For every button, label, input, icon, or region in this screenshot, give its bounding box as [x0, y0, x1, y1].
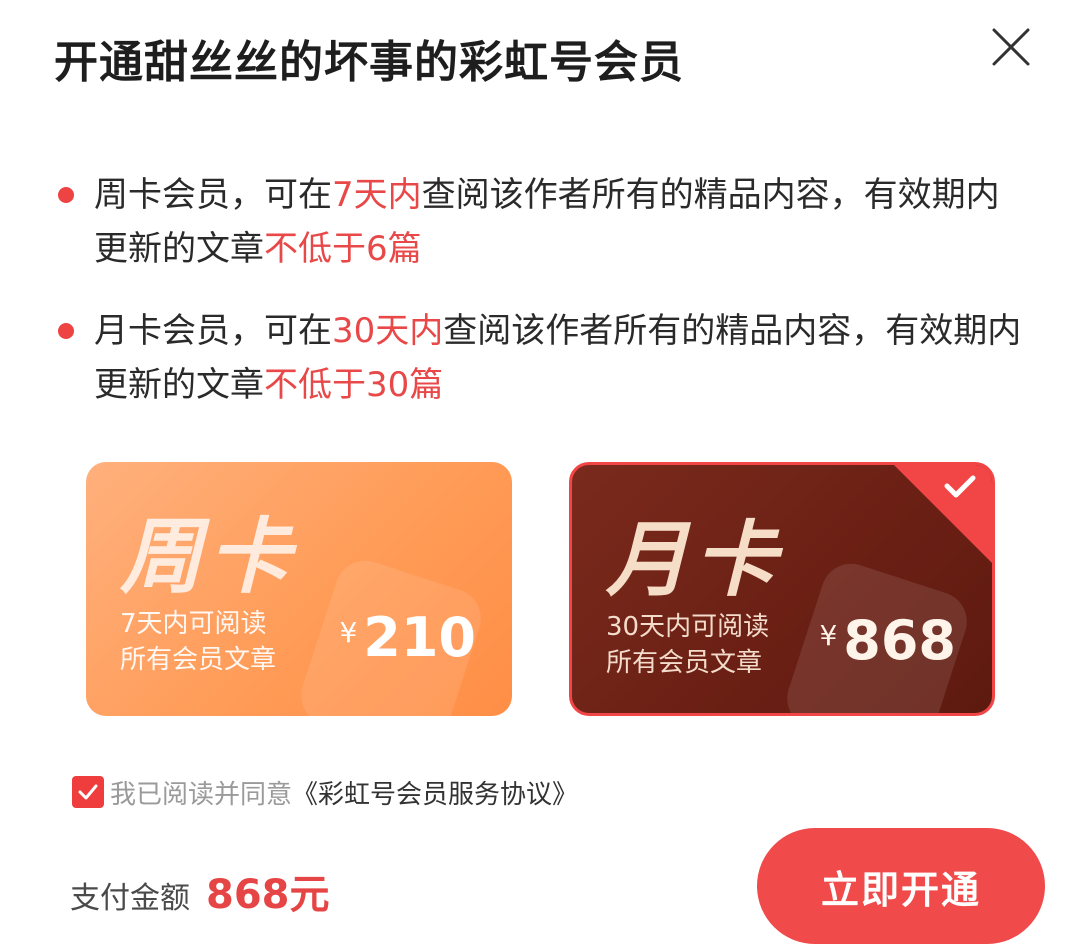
plan-price: ¥210 [339, 606, 476, 669]
payment-amount: 868元 [206, 872, 330, 918]
bullet-dot [58, 323, 74, 339]
agreement-text: 我已阅读并同意 [110, 779, 293, 810]
plan-name: 周卡 [120, 510, 296, 605]
benefit-item-week: 周卡会员，可在7天内查阅该作者所有的精品内容，有效期内更新的文章不低于6篇 [56, 168, 1026, 276]
selected-check-icon [894, 465, 992, 563]
agreement-row[interactable]: 我已阅读并同意 《彩虹号会员服务协议》 [72, 774, 578, 810]
close-icon [992, 28, 1030, 66]
close-button[interactable] [986, 22, 1036, 72]
plan-description: 7天内可阅读 所有会员文章 [120, 609, 277, 675]
activate-button[interactable]: 立即开通 [757, 828, 1045, 944]
agreement-checkbox[interactable] [72, 776, 104, 808]
payment-summary: 支付金额 868元 [70, 862, 330, 920]
plan-price: ¥868 [819, 609, 956, 672]
agreement-link[interactable]: 《彩虹号会员服务协议》 [292, 774, 578, 811]
plan-card-month[interactable]: 月卡 30天内可阅读 所有会员文章 ¥868 [569, 462, 995, 716]
bullet-dot [58, 187, 74, 203]
benefit-list: 周卡会员，可在7天内查阅该作者所有的精品内容，有效期内更新的文章不低于6篇 月卡… [56, 168, 1026, 440]
plan-name: 月卡 [606, 513, 782, 608]
benefit-item-month: 月卡会员，可在30天内查阅该作者所有的精品内容，有效期内更新的文章不低于30篇 [56, 304, 1026, 412]
checkmark-icon [78, 784, 98, 800]
plan-card-week[interactable]: 周卡 7天内可阅读 所有会员文章 ¥210 [86, 462, 512, 716]
plan-description: 30天内可阅读 所有会员文章 [606, 612, 770, 678]
dialog-title: 开通甜丝丝的坏事的彩虹号会员 [54, 37, 684, 88]
payment-label: 支付金额 [70, 881, 190, 916]
